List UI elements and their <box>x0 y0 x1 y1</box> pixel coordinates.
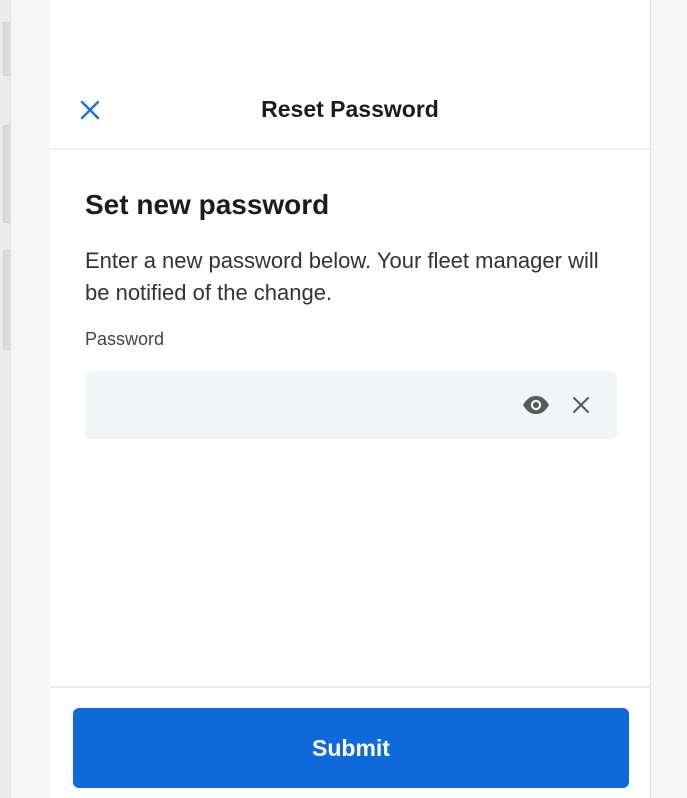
section-heading: Set new password <box>85 189 330 220</box>
page-title: Reset Password <box>261 96 439 122</box>
screen-bezel-right <box>650 0 687 798</box>
description-text: Enter a new password below. Your fleet m… <box>85 248 599 305</box>
password-input[interactable] <box>101 371 505 441</box>
form-content: Set new password Enter a new password be… <box>85 185 620 351</box>
clear-input-button[interactable] <box>567 391 595 419</box>
password-field <box>85 371 617 441</box>
submit-button[interactable]: Submit <box>73 708 629 788</box>
screen-bezel-left <box>10 0 51 798</box>
clear-icon <box>573 397 589 413</box>
app-screen: Reset Password Set new password Enter a … <box>50 0 650 798</box>
footer-bar: Submit <box>50 686 650 798</box>
device-frame: Reset Password Set new password Enter a … <box>0 0 687 798</box>
nav-header: Reset Password <box>50 72 650 150</box>
show-password-button[interactable] <box>521 393 551 417</box>
eye-icon <box>523 396 549 414</box>
password-label: Password <box>85 329 165 349</box>
